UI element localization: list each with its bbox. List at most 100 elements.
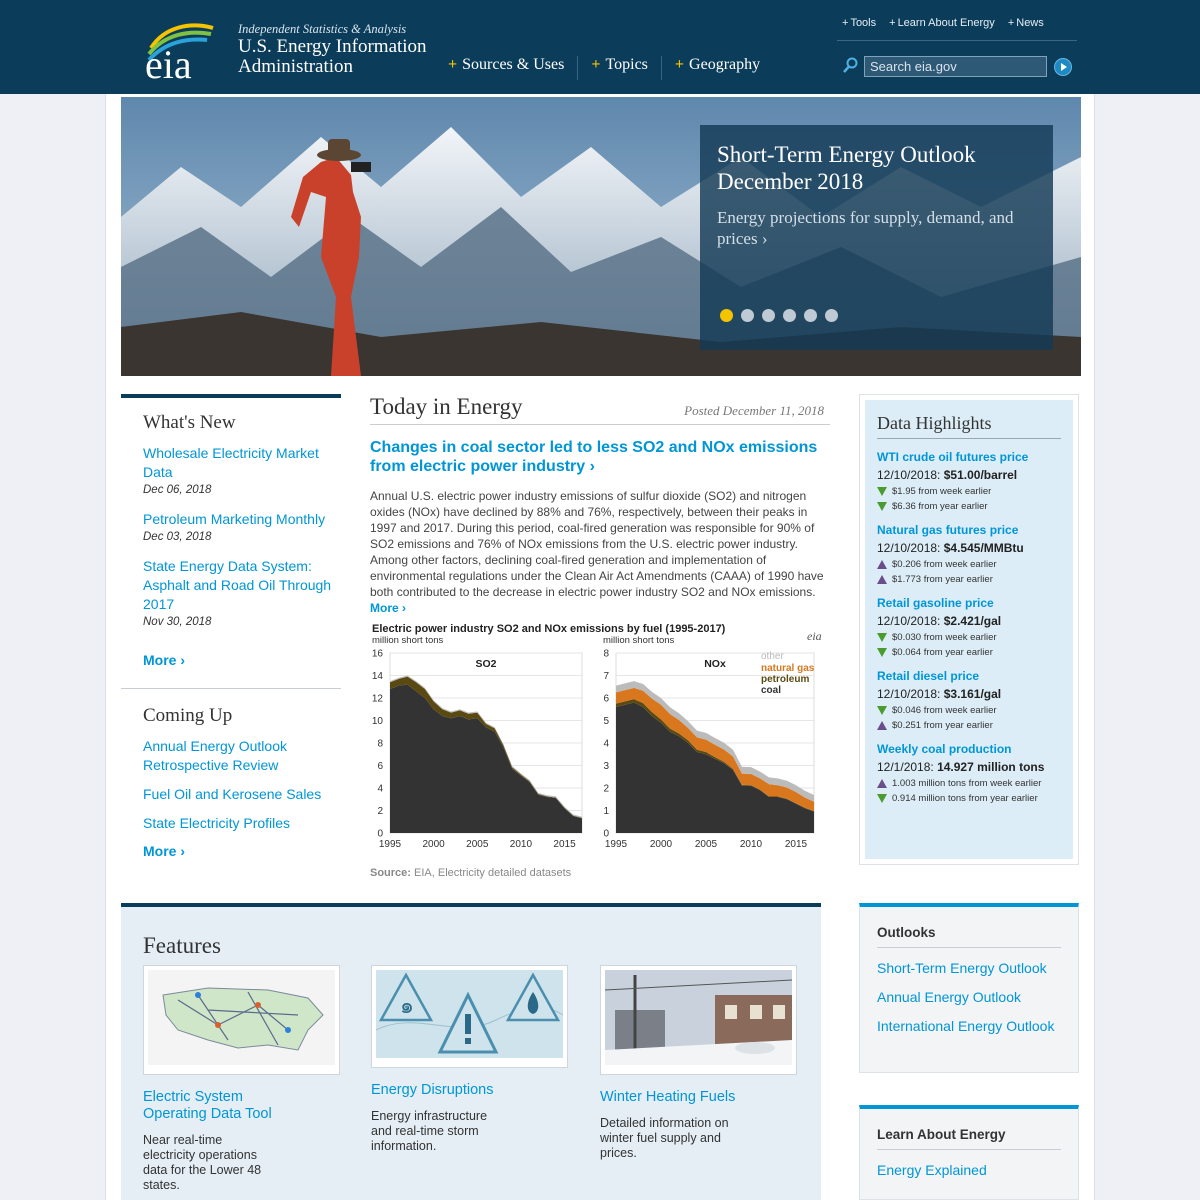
site-header: eia Independent Statistics & Analysis U.… (0, 0, 1200, 94)
hero-title[interactable]: Short-Term Energy Outlook December 2018 (717, 141, 1036, 195)
x-tick-label: 2005 (695, 839, 718, 850)
list-item: Fuel Oil and Kerosene Sales (143, 785, 341, 804)
feature-title[interactable]: Winter Heating Fuels (600, 1089, 797, 1106)
logo-text[interactable]: Independent Statistics & Analysis U.S. E… (238, 22, 427, 77)
arrow-down-icon (877, 648, 887, 657)
coming-up-link[interactable]: Annual Energy Outlook Retrospective Revi… (143, 737, 341, 775)
feature-title[interactable]: Energy Disruptions (371, 1082, 568, 1099)
outlooks-box: Outlooks Short-Term Energy Outlook Annua… (859, 903, 1079, 1073)
news-date: Dec 03, 2018 (143, 531, 212, 543)
whats-new-link[interactable]: Petroleum Marketing Monthly (143, 510, 341, 529)
data-highlights-panel: Data Highlights WTI crude oil futures pr… (859, 394, 1079, 865)
chart-ylabel: million short tons (372, 635, 444, 646)
carousel-dot-4[interactable] (783, 309, 796, 322)
nav-topics[interactable]: + Topics (577, 56, 661, 80)
list-item: State Energy Data System: Asphalt and Ro… (143, 557, 341, 628)
eia-logo[interactable]: eia (143, 20, 223, 82)
data-highlight-link[interactable]: Retail gasoline price (877, 596, 994, 610)
whats-new-link[interactable]: State Energy Data System: Asphalt and Ro… (143, 557, 341, 614)
feature-winter-heating-fuels[interactable]: Winter Heating Fuels Detailed informatio… (600, 965, 797, 1161)
hero-caption-box[interactable]: Short-Term Energy Outlook December 2018 … (700, 125, 1053, 350)
learn-about-energy-link[interactable]: + Learn About Energy (889, 17, 995, 29)
utility-links: + Tools + Learn About Energy + News (842, 17, 1044, 29)
arrow-up-icon (877, 779, 887, 788)
nav-geography[interactable]: + Geography (660, 56, 773, 80)
data-highlight-item: WTI crude oil futures price 12/10/2018: $… (877, 448, 1061, 512)
feature-electric-system[interactable]: Electric System Operating Data Tool Near… (143, 965, 340, 1193)
search-input[interactable] (864, 56, 1047, 77)
hero-description-link[interactable]: Energy projections for supply, demand, a… (717, 207, 1036, 249)
y-tick-label: 1 (603, 806, 609, 817)
feature-energy-disruptions[interactable]: ๑ Energy Disruptions Energy infrastructu… (371, 965, 568, 1154)
feature-description: Energy infrastructure and real-time stor… (371, 1109, 488, 1153)
carousel-dot-6[interactable] (825, 309, 838, 322)
data-highlight-link[interactable]: Retail diesel price (877, 669, 979, 683)
coming-up-link[interactable]: State Electricity Profiles (143, 814, 341, 833)
news-date: Nov 30, 2018 (143, 616, 212, 628)
legend-entry: petroleum (761, 674, 809, 685)
data-highlight-link[interactable]: Weekly coal production (877, 742, 1011, 756)
y-tick-label: 8 (603, 649, 609, 660)
data-highlight-value: 12/10/2018: $4.545/MMBtu (877, 541, 1024, 555)
x-tick-label: 2015 (553, 839, 576, 850)
left-column: What's New Wholesale Electricity Market … (121, 394, 341, 859)
tagline: Independent Statistics & Analysis (238, 22, 407, 36)
data-highlight-value: 12/10/2018: $51.00/barrel (877, 468, 1018, 482)
carousel-dot-3[interactable] (762, 309, 775, 322)
data-highlights-inner: Data Highlights WTI crude oil futures pr… (865, 400, 1073, 859)
carousel-dot-1[interactable] (720, 309, 733, 322)
y-tick-label: 5 (603, 716, 609, 727)
org-name-line1: U.S. Energy Information (238, 36, 427, 57)
data-highlight-value: 12/10/2018: $3.161/gal (877, 687, 1002, 701)
learn-link[interactable]: Energy Explained (877, 1162, 1061, 1178)
news-date: Dec 06, 2018 (143, 484, 212, 496)
arrow-down-icon (877, 487, 887, 496)
tools-link[interactable]: + Tools (842, 17, 876, 29)
outlook-link[interactable]: International Energy Outlook (877, 1018, 1061, 1034)
arrow-down-icon (877, 502, 887, 511)
whats-new-link[interactable]: Wholesale Electricity Market Data (143, 444, 341, 482)
list-item: Petroleum Marketing Monthly Dec 03, 2018 (143, 510, 341, 543)
article-more-link[interactable]: More › (370, 601, 406, 615)
feature-disruptions-image[interactable]: ๑ (371, 965, 568, 1068)
y-tick-label: 4 (603, 739, 609, 750)
y-tick-label: 14 (372, 671, 384, 682)
data-highlight-item: Retail gasoline price 12/10/2018: $2.421/… (877, 594, 1061, 658)
carousel-dot-5[interactable] (804, 309, 817, 322)
whats-new-more-link[interactable]: More › (143, 652, 341, 668)
features-section: Features Electric System Operating Data … (121, 903, 821, 1200)
coming-up-link[interactable]: Fuel Oil and Kerosene Sales (143, 785, 341, 804)
outlook-link[interactable]: Short-Term Energy Outlook (877, 960, 1061, 976)
y-tick-label: 2 (603, 784, 609, 795)
arrow-down-icon (877, 633, 887, 642)
feature-map-image[interactable] (143, 965, 340, 1075)
coming-up-more-link[interactable]: More › (143, 843, 341, 859)
learn-heading: Learn About Energy (877, 1127, 1061, 1150)
x-tick-label: 2005 (466, 839, 489, 850)
data-highlight-link[interactable]: Natural gas futures price (877, 523, 1018, 537)
y-tick-label: 4 (377, 784, 383, 795)
data-highlight-item: Retail diesel price 12/10/2018: $3.161/ga… (877, 667, 1061, 731)
list-item: Wholesale Electricity Market Data Dec 06… (143, 444, 341, 496)
y-tick-label: 3 (603, 761, 609, 772)
feature-winter-image[interactable] (600, 965, 797, 1075)
main-nav: + Sources & Uses + Topics + Geography (448, 56, 773, 80)
posted-date: Posted December 11, 2018 (684, 403, 824, 418)
whats-new-heading: What's New (143, 412, 236, 433)
outlook-link[interactable]: Annual Energy Outlook (877, 989, 1061, 1005)
search-submit-button[interactable] (1054, 58, 1072, 76)
feature-title[interactable]: Electric System Operating Data Tool (143, 1089, 283, 1123)
carousel-dot-2[interactable] (741, 309, 754, 322)
emissions-chart[interactable]: Electric power industry SO2 and NOx emis… (370, 620, 830, 855)
chart-ylabel: million short tons (603, 635, 675, 646)
news-link[interactable]: + News (1008, 17, 1044, 29)
arrow-up-icon (877, 560, 887, 569)
data-highlight-link[interactable]: WTI crude oil futures price (877, 450, 1028, 464)
article-title-link[interactable]: Changes in coal sector led to less SO2 a… (370, 438, 830, 476)
nav-sources-uses[interactable]: + Sources & Uses (448, 56, 577, 80)
svg-text:eia: eia (145, 42, 192, 82)
y-tick-label: 8 (377, 739, 383, 750)
x-tick-label: 1995 (605, 839, 628, 850)
hero-carousel[interactable]: Short-Term Energy Outlook December 2018 … (121, 97, 1081, 376)
data-highlight-item: Natural gas futures price 12/10/2018: $4.… (877, 521, 1061, 585)
